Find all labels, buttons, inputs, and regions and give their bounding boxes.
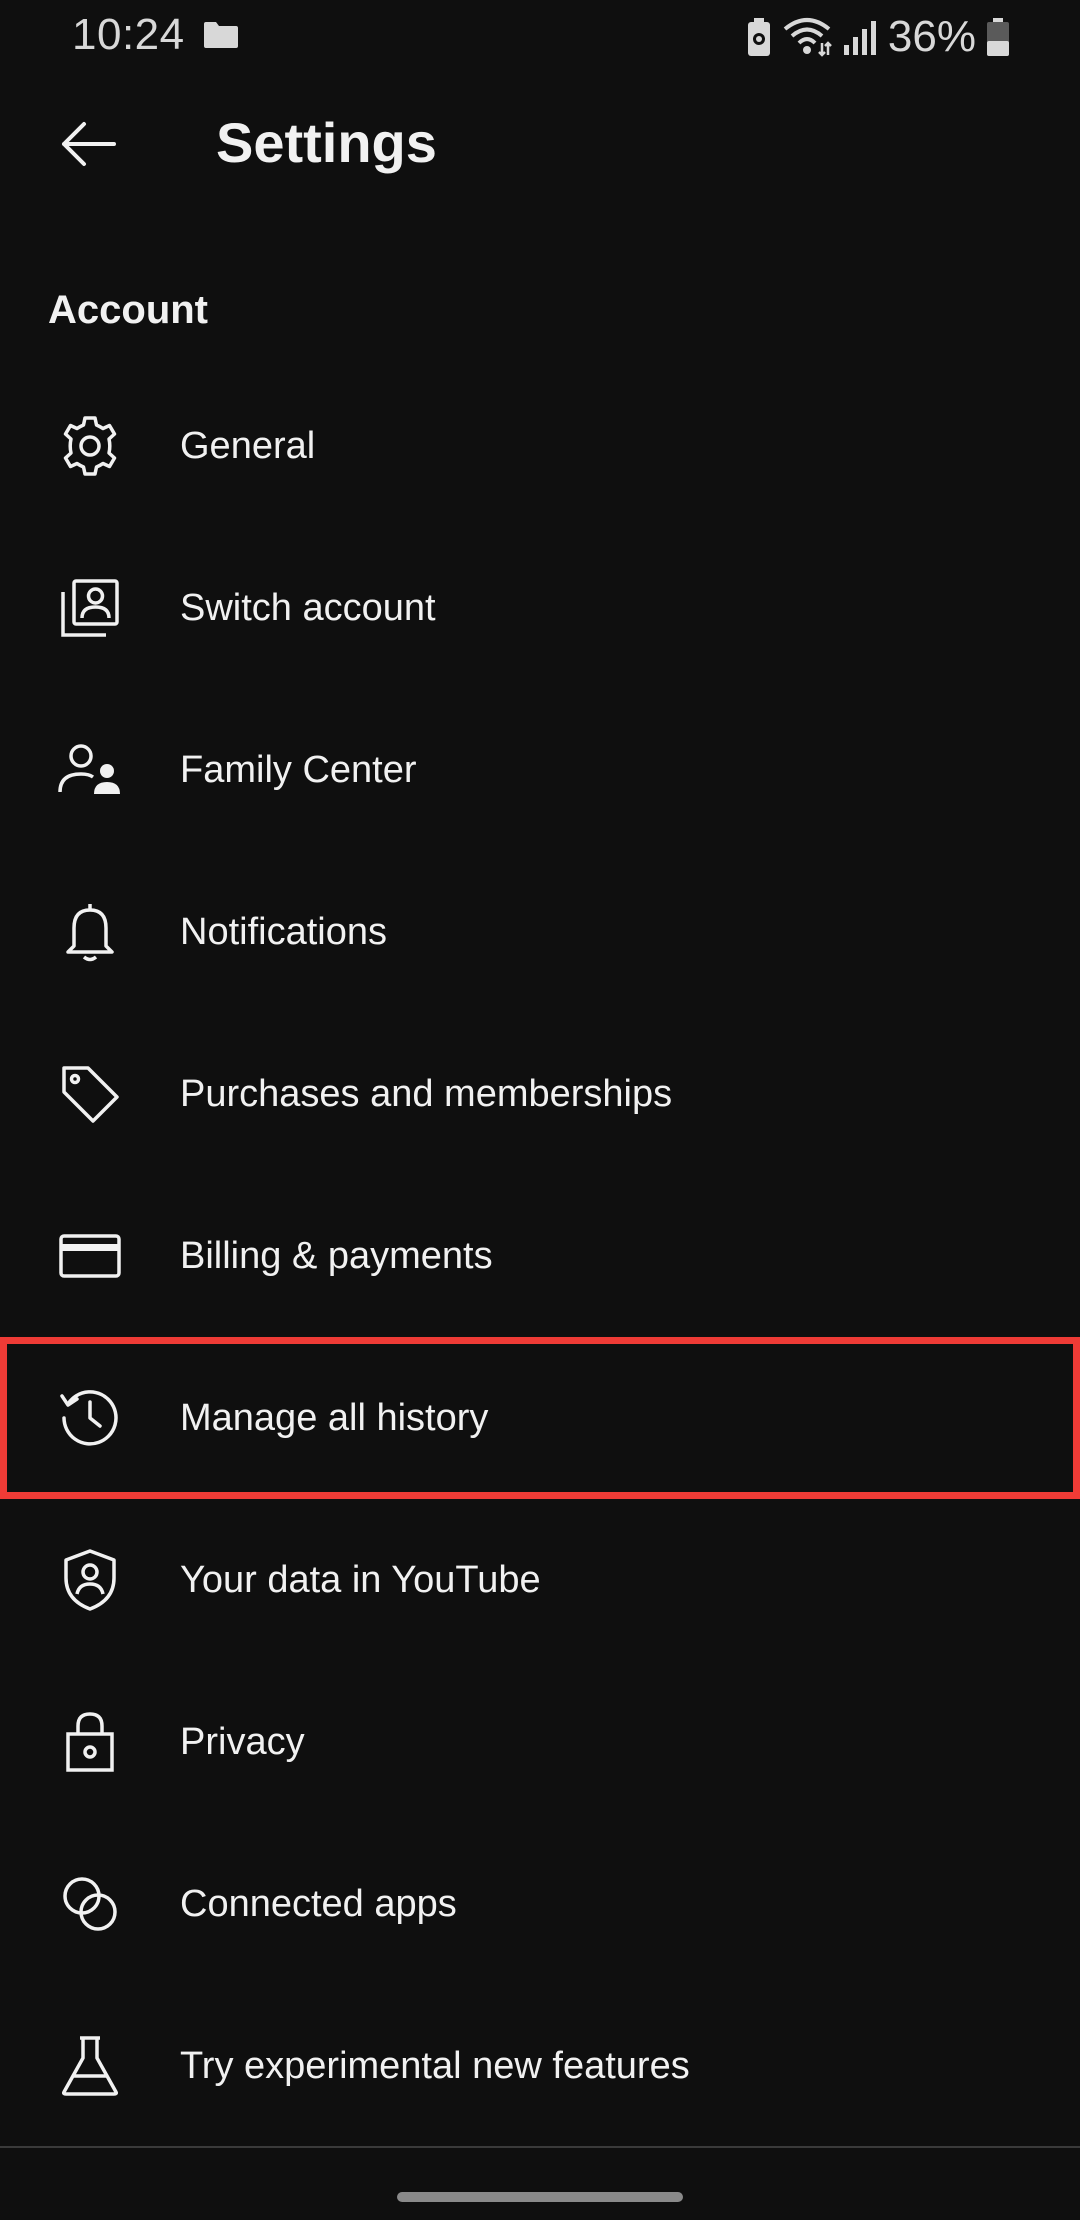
history-icon	[57, 1385, 123, 1451]
arrow-left-icon	[58, 119, 118, 169]
settings-item-connected-apps[interactable]: Connected apps	[0, 1823, 1080, 1985]
back-button[interactable]	[48, 104, 128, 184]
tag-icon	[57, 1061, 123, 1127]
folder-icon	[202, 20, 240, 50]
settings-item-label: Try experimental new features	[180, 2044, 690, 2087]
settings-item-label: General	[180, 424, 316, 467]
settings-item-experimental[interactable]: Try experimental new features	[0, 1985, 1080, 2147]
credit-card-icon	[57, 1223, 123, 1289]
app-bar: Settings	[0, 74, 1080, 218]
settings-item-switch-account[interactable]: Switch account	[0, 527, 1080, 689]
settings-item-label: Family Center	[180, 748, 417, 791]
battery-icon	[986, 17, 1010, 57]
flask-icon	[57, 2033, 123, 2099]
page-title: Settings	[216, 111, 437, 174]
settings-item-label: Privacy	[180, 1720, 305, 1763]
settings-item-billing[interactable]: Billing & payments	[0, 1175, 1080, 1337]
gear-icon	[57, 413, 123, 479]
settings-item-purchases[interactable]: Purchases and memberships	[0, 1013, 1080, 1175]
settings-item-manage-history[interactable]: Manage all history	[0, 1337, 1080, 1499]
settings-item-label: Manage all history	[180, 1396, 489, 1439]
settings-item-general[interactable]: General	[0, 365, 1080, 527]
settings-item-label: Connected apps	[180, 1882, 457, 1925]
settings-item-family-center[interactable]: Family Center	[0, 689, 1080, 851]
settings-item-label: Billing & payments	[180, 1234, 493, 1277]
wifi-icon	[782, 17, 832, 57]
bell-icon	[57, 899, 123, 965]
settings-item-notifications[interactable]: Notifications	[0, 851, 1080, 1013]
lock-icon	[57, 1709, 123, 1775]
bottom-divider	[0, 2146, 1080, 2148]
cellular-signal-icon	[842, 17, 878, 57]
settings-item-label: Purchases and memberships	[180, 1072, 673, 1115]
family-icon	[57, 737, 123, 803]
status-time: 10:24	[72, 10, 185, 59]
settings-item-label: Notifications	[180, 910, 387, 953]
settings-item-label: Switch account	[180, 586, 436, 629]
status-bar: 10:24 36%	[0, 0, 1080, 74]
shield-person-icon	[57, 1547, 123, 1613]
settings-item-label: Your data in YouTube	[180, 1558, 541, 1601]
section-header-account: Account	[48, 288, 208, 332]
connected-apps-icon	[57, 1871, 123, 1937]
battery-percent: 36%	[887, 12, 976, 61]
status-icons: 36%	[746, 12, 1010, 62]
switch-account-icon	[57, 575, 123, 641]
battery-saver-icon	[746, 17, 772, 57]
settings-item-your-data[interactable]: Your data in YouTube	[0, 1499, 1080, 1661]
settings-item-privacy[interactable]: Privacy	[0, 1661, 1080, 1823]
gesture-navigation-bar[interactable]	[397, 2192, 683, 2202]
settings-list: General Switch account Family Center Not…	[0, 365, 1080, 2147]
